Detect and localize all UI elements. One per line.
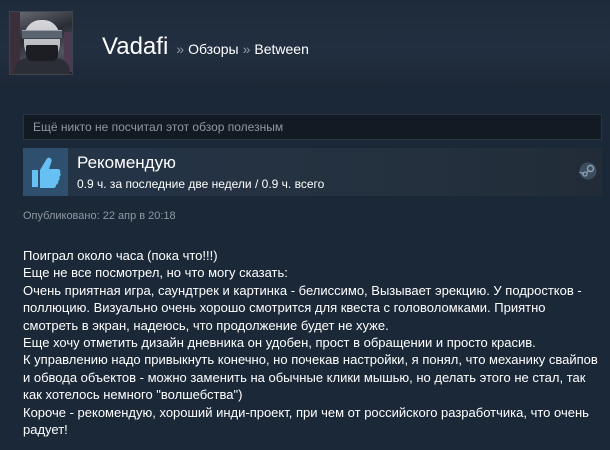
profile-name-link[interactable]: Vadafi	[102, 33, 168, 61]
breadcrumb-reviews-link[interactable]: Обзоры	[188, 41, 239, 57]
review-line: Еще не все посмотрел, но что могу сказат…	[23, 265, 288, 281]
recommendation-title: Рекомендую	[77, 153, 176, 172]
review-line: Короче - рекомендую, хороший инди-проект…	[23, 404, 589, 420]
breadcrumb-separator: »	[176, 41, 185, 57]
review-line: Поиграл около часа (пока что!!!)	[23, 248, 218, 263]
avatar-headband	[22, 30, 62, 39]
review-line: радует!	[23, 422, 68, 438]
avatar-mask	[26, 45, 58, 61]
profile-header: Vadafi » Обзоры » Between	[0, 0, 610, 88]
breadcrumb: Vadafi » Обзоры » Between	[102, 33, 313, 61]
review-line: поллюцию. Визуально очень хорошо смотрит…	[23, 300, 546, 316]
playtime-text: 0.9 ч. за последние две недели / 0.9 ч. …	[77, 177, 325, 191]
avatar[interactable]	[9, 11, 73, 75]
breadcrumb-game-link[interactable]: Between	[254, 41, 308, 57]
review-line: Еще хочу отметить дизайн дневника он удо…	[23, 335, 536, 351]
review-header: Рекомендую 0.9 ч. за последние две недел…	[23, 148, 602, 196]
review-line: и обвода объектов - можно заменить на об…	[23, 369, 586, 385]
review-line: Очень приятная игра, саундтрек и картинк…	[23, 282, 582, 298]
steam-icon	[579, 162, 597, 180]
review-line: К управлению надо привыкнуть конечно, но…	[23, 352, 598, 368]
review-line: как хотелось немного "волшебства")	[23, 387, 243, 403]
helpful-count-bar: Ещё никто не посчитал этот обзор полезны…	[23, 114, 602, 140]
review-line: смотреть в экран, надеюсь, что продолжен…	[23, 317, 389, 333]
breadcrumb-separator: »	[242, 41, 251, 57]
review-text: Поиграл около часа (пока что!!!) Еще не …	[23, 247, 602, 438]
thumbs-up-icon	[23, 148, 68, 196]
posted-date: Опубликовано: 22 апр в 20:18	[23, 210, 176, 222]
